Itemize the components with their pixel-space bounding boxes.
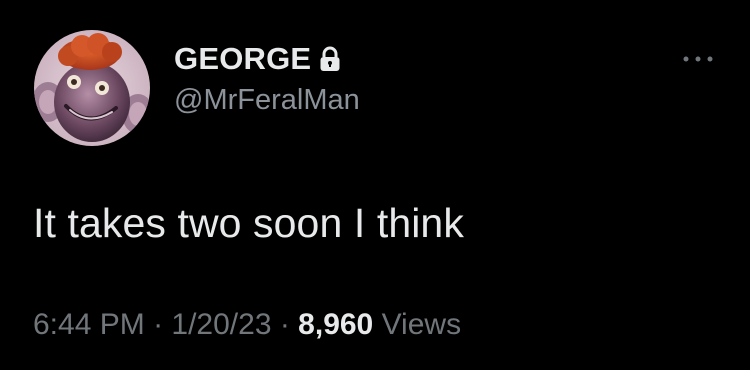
tweet-header: GEORGE @MrFeralMan xyxy=(174,40,360,117)
tweet-meta: 6:44 PM · 1/20/23 · 8,960 Views xyxy=(33,308,461,342)
tweet-card: GEORGE @MrFeralMan It takes two soon I t… xyxy=(0,0,750,370)
more-options-icon[interactable] xyxy=(680,52,716,64)
meta-separator: · xyxy=(271,308,299,341)
tweet-text: It takes two soon I think xyxy=(33,200,464,246)
user-handle[interactable]: @MrFeralMan xyxy=(174,84,360,117)
views-count: 8,960 xyxy=(298,308,374,341)
avatar[interactable] xyxy=(34,30,150,146)
meta-separator: · xyxy=(144,308,172,341)
display-name[interactable]: GEORGE xyxy=(174,41,311,77)
lock-icon xyxy=(319,46,341,72)
tweet-time[interactable]: 6:44 PM xyxy=(33,308,145,341)
views-label: Views xyxy=(373,308,462,341)
tweet-date[interactable]: 1/20/23 xyxy=(171,308,271,341)
clown-character-avatar-icon xyxy=(34,30,150,146)
name-row: GEORGE xyxy=(174,40,360,78)
